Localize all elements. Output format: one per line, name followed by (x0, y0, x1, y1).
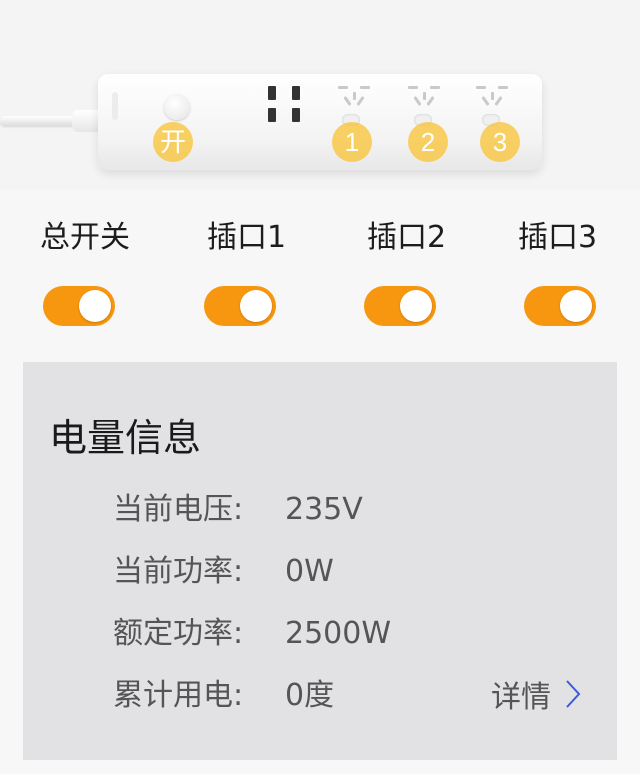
rated-power-value: 2500W (285, 616, 392, 651)
usb-port-icon (268, 108, 276, 122)
voltage-row: 当前电压: 235V (113, 490, 363, 530)
outlet-3-toggle[interactable] (524, 286, 596, 326)
main-switch-toggle[interactable] (43, 286, 115, 326)
outlet-1-label: 插口1 (207, 220, 287, 255)
outlet-1-toggle[interactable] (204, 286, 276, 326)
toggle-knob (400, 290, 432, 322)
brand-mark (112, 92, 118, 120)
usb-port-icon (292, 86, 300, 100)
marker-outlet-3: 3 (480, 122, 520, 162)
voltage-label: 当前电压: (113, 492, 244, 527)
power-cable (0, 116, 80, 126)
rated-power-label: 额定功率: (113, 616, 244, 651)
details-label: 详情 (491, 680, 551, 715)
outlet-3-label: 插口3 (518, 220, 598, 255)
usb-port-icon (268, 86, 276, 100)
outlet-socket-icon (470, 82, 514, 112)
current-power-label: 当前功率: (113, 554, 244, 589)
usb-port-icon (292, 108, 300, 122)
chevron-right-icon (566, 680, 581, 708)
current-power-value: 0W (285, 554, 334, 589)
total-energy-row: 累计用电: 0度 (113, 676, 334, 716)
total-energy-value: 0度 (285, 678, 335, 713)
main-switch-label: 总开关 (40, 220, 130, 255)
power-info-panel: 电量信息 当前电压: 235V 当前功率: 0W 额定功率: 2500W 累计用电: 0… (23, 362, 617, 760)
current-power-row: 当前功率: 0W (113, 552, 334, 592)
marker-outlet-2: 2 (408, 122, 448, 162)
toggle-knob (79, 290, 111, 322)
toggle-knob (560, 290, 592, 322)
outlet-2-toggle[interactable] (364, 286, 436, 326)
voltage-value: 235V (285, 492, 363, 527)
product-image: 开 1 2 3 (0, 0, 640, 190)
toggle-knob (240, 290, 272, 322)
details-link[interactable]: 详情 (491, 672, 581, 716)
marker-main-switch: 开 (153, 122, 193, 162)
total-energy-label: 累计用电: (113, 678, 244, 713)
power-button-illustration (164, 94, 190, 120)
panel-title: 电量信息 (49, 416, 202, 460)
marker-outlet-1: 1 (332, 122, 372, 162)
outlet-socket-icon (332, 82, 376, 112)
outlet-2-label: 插口2 (367, 220, 447, 255)
rated-power-row: 额定功率: 2500W (113, 614, 391, 654)
outlet-socket-icon (402, 82, 446, 112)
